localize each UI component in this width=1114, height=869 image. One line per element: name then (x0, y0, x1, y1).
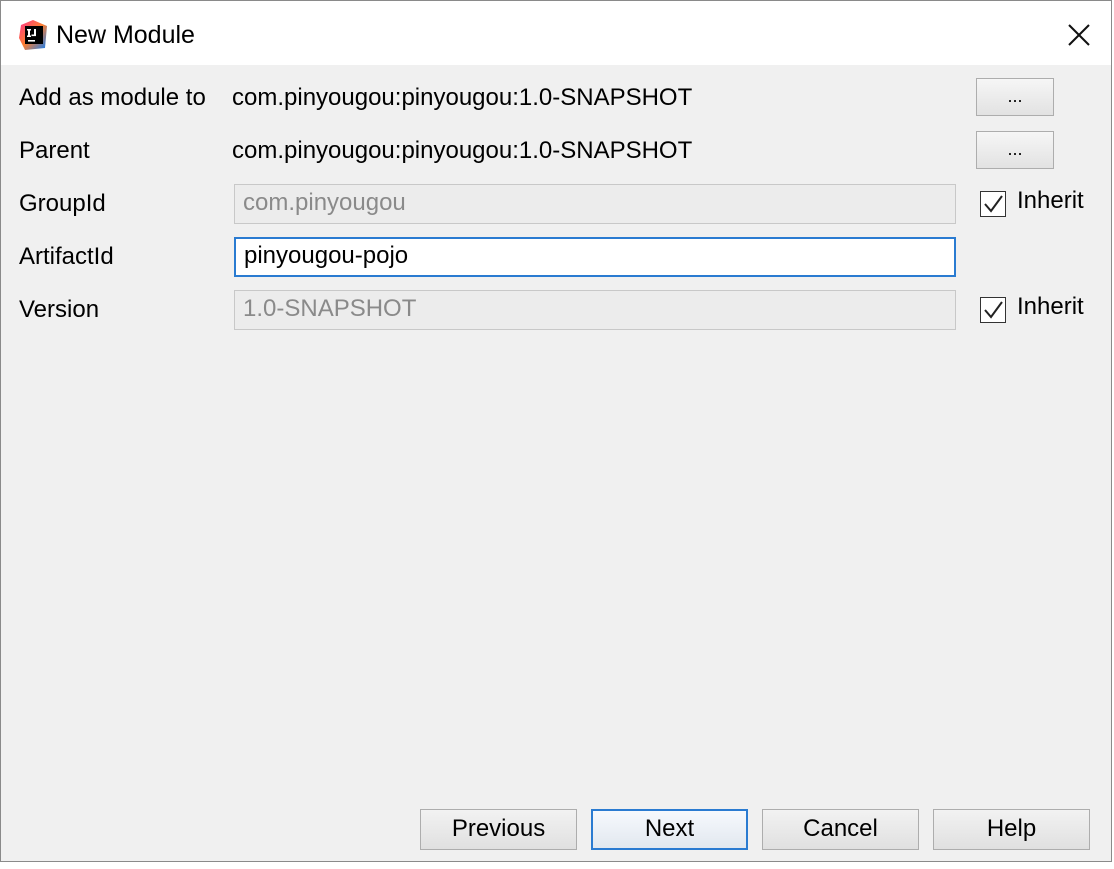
intellij-icon (19, 20, 47, 50)
version-label: Version (19, 296, 100, 323)
group-id-inherit-checkbox[interactable] (980, 191, 1006, 217)
close-icon[interactable] (1065, 21, 1093, 49)
parent-label: Parent (19, 137, 90, 164)
title-bar: New Module (1, 1, 1111, 65)
version-field[interactable]: 1.0-SNAPSHOT (234, 290, 956, 330)
checkmark-icon (984, 195, 1003, 213)
dialog-title: New Module (56, 21, 195, 49)
dialog-content: Add as module to com.pinyougou:pinyougou… (1, 65, 1111, 861)
new-module-dialog: New Module Add as module to com.pinyougo… (0, 0, 1112, 862)
next-button[interactable]: Next (591, 809, 748, 850)
version-inherit-checkbox[interactable] (980, 297, 1006, 323)
parent-browse-button[interactable]: ... (976, 131, 1054, 169)
artifact-id-label: ArtifactId (19, 243, 114, 270)
group-id-inherit-label: Inherit (1017, 187, 1084, 214)
add-as-module-browse-button[interactable]: ... (976, 78, 1054, 116)
checkmark-icon (984, 301, 1003, 319)
add-as-module-value: com.pinyougou:pinyougou:1.0-SNAPSHOT (232, 84, 693, 111)
group-id-field[interactable]: com.pinyougou (234, 184, 956, 224)
artifact-id-field[interactable]: pinyougou-pojo (234, 237, 956, 277)
parent-value: com.pinyougou:pinyougou:1.0-SNAPSHOT (232, 137, 693, 164)
version-inherit-label: Inherit (1017, 293, 1084, 320)
help-button[interactable]: Help (933, 809, 1090, 850)
previous-button[interactable]: Previous (420, 809, 577, 850)
cancel-button[interactable]: Cancel (762, 809, 919, 850)
group-id-label: GroupId (19, 190, 106, 217)
add-as-module-label: Add as module to (19, 84, 206, 111)
